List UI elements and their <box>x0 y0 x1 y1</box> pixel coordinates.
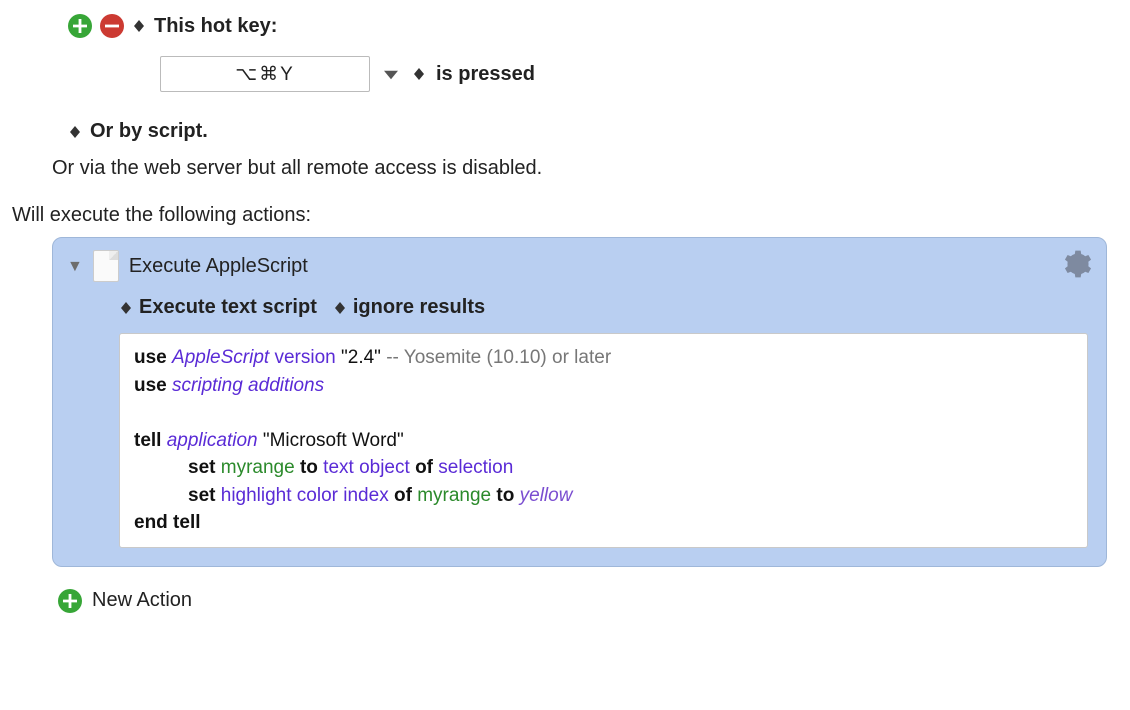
code-class: AppleScript <box>172 347 269 368</box>
or-script-stepper[interactable] <box>68 126 82 138</box>
hotkey-state-stepper[interactable] <box>412 68 426 80</box>
code-class: application <box>167 430 258 451</box>
code-kw: end tell <box>134 512 201 533</box>
applescript-document-icon <box>93 250 119 282</box>
code-kw: of <box>415 457 433 478</box>
script-mode-label: Execute text script <box>139 296 317 319</box>
code-kw: of <box>394 485 412 506</box>
code-comment: -- Yosemite (10.10) or later <box>386 347 611 368</box>
code-kw: to <box>300 457 318 478</box>
code-kw: use <box>134 375 167 396</box>
code-class: version <box>274 347 335 368</box>
code-kw: use <box>134 347 167 368</box>
or-script-label: Or by script. <box>90 120 208 143</box>
code-kw: to <box>496 485 514 506</box>
hotkey-field[interactable]: ⌥⌘Y <box>160 56 370 92</box>
trigger-type-stepper[interactable] <box>132 20 146 32</box>
code-class: highlight color index <box>221 485 389 506</box>
code-class: selection <box>438 457 513 478</box>
results-mode-stepper[interactable] <box>333 302 347 314</box>
disclosure-triangle-icon[interactable]: ▼ <box>67 258 83 276</box>
code-kw: tell <box>134 430 161 451</box>
script-textarea[interactable]: use AppleScript version "2.4" -- Yosemit… <box>119 333 1088 548</box>
action-title: Execute AppleScript <box>129 255 308 278</box>
code-var: myrange <box>221 457 295 478</box>
hotkey-label: This hot key: <box>154 15 277 38</box>
code-enum: yellow <box>520 485 573 506</box>
code-string: "Microsoft Word" <box>263 430 404 451</box>
actions-heading: Will execute the following actions: <box>12 204 311 226</box>
is-pressed-label: is pressed <box>436 63 535 86</box>
code-class: scripting additions <box>172 375 324 396</box>
action-block[interactable]: ▼ Execute AppleScript Execute text scrip… <box>52 237 1107 567</box>
results-mode-label: ignore results <box>353 296 485 319</box>
code-class: text object <box>323 457 410 478</box>
hotkey-value: ⌥⌘Y <box>235 63 295 86</box>
web-server-note: Or via the web server but all remote acc… <box>52 157 542 179</box>
script-mode-stepper[interactable] <box>119 302 133 314</box>
new-action-label: New Action <box>92 589 192 612</box>
code-kw: set <box>188 457 215 478</box>
remove-trigger-button[interactable] <box>100 14 124 38</box>
code-kw: set <box>188 485 215 506</box>
code-var: myrange <box>417 485 491 506</box>
hotkey-menu-chevron-icon[interactable] <box>380 63 402 86</box>
action-gear-button[interactable] <box>1060 248 1092 286</box>
add-trigger-button[interactable] <box>68 14 92 38</box>
add-action-button[interactable] <box>58 589 82 613</box>
code-string: "2.4" <box>341 347 381 368</box>
